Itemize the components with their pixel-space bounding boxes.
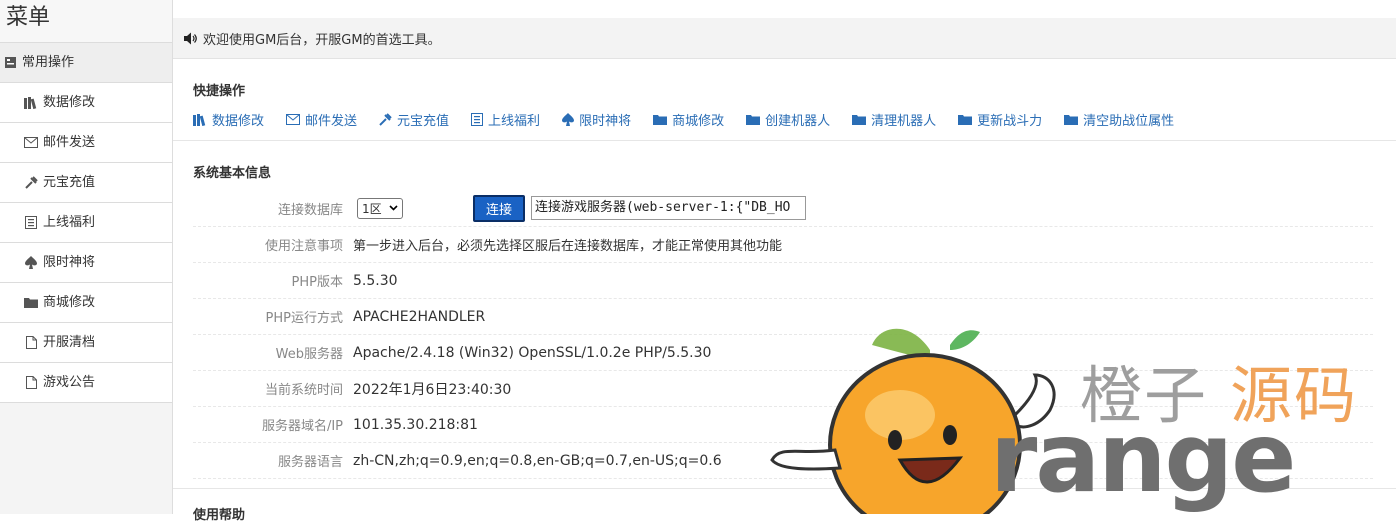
watermark-en: range	[990, 402, 1296, 514]
sidebar-item-limited-hero[interactable]: 限时神将	[0, 243, 172, 283]
quick-link-clear-assist[interactable]: 清空助战位属性	[1064, 110, 1174, 129]
spade-icon	[562, 113, 575, 126]
quick-actions: 数据修改 邮件发送 元宝充值 上线福利 限时神将 商城修改 创建机器人 清理机器…	[193, 110, 1196, 129]
envelope-icon	[24, 136, 38, 150]
folder-icon	[852, 115, 867, 125]
quick-link-update-power[interactable]: 更新战斗力	[958, 110, 1042, 129]
folder-icon	[746, 115, 761, 125]
quick-link-limited-hero[interactable]: 限时神将	[562, 110, 631, 129]
envelope-icon	[286, 114, 301, 125]
section-header-label: 常用操作	[22, 55, 75, 70]
quick-link-shop[interactable]: 商城修改	[653, 110, 724, 129]
list-icon	[471, 113, 484, 126]
divider	[173, 140, 1396, 141]
quick-link-recharge[interactable]: 元宝充值	[379, 110, 449, 129]
menu-title: 菜单	[0, 0, 172, 43]
info-row: 使用注意事项 第一步进入后台，必须先选择区服后在连接数据库，才能正常使用其他功能	[193, 227, 1373, 263]
chevron-down-icon	[389, 205, 398, 211]
folder-icon	[1064, 115, 1079, 125]
quick-link-data-edit[interactable]: 数据修改	[193, 110, 264, 129]
sysinfo-title: 系统基本信息	[193, 166, 272, 181]
sidebar-item-welfare[interactable]: 上线福利	[0, 203, 172, 243]
sidebar-item-label: 数据修改	[43, 95, 96, 110]
quick-link-mail[interactable]: 邮件发送	[286, 110, 357, 129]
connect-button[interactable]: 连接	[473, 194, 525, 222]
sidebar-item-mail[interactable]: 邮件发送	[0, 123, 172, 163]
notice-text: 欢迎使用GM后台，开服GM的首选工具。	[203, 32, 441, 48]
speaker-icon	[184, 32, 197, 44]
db-connect-row: 连接数据库 1区 连接 连接游戏服务器(web-server-1:{"DB_HO	[193, 190, 1373, 227]
db-label: 连接数据库	[277, 202, 343, 218]
notice-bar: 欢迎使用GM后台，开服GM的首选工具。	[173, 18, 1396, 59]
sidebar-item-label: 上线福利	[43, 215, 96, 230]
quick-link-clear-robot[interactable]: 清理机器人	[852, 110, 936, 129]
wrench-icon	[24, 176, 38, 190]
sidebar: 菜单 常用操作 数据修改 邮件发送 元宝充值 上线福利 限时神将 商城修改 开服…	[0, 0, 173, 514]
quick-link-create-robot[interactable]: 创建机器人	[746, 110, 830, 129]
quick-actions-title: 快捷操作	[193, 84, 246, 99]
grid-icon	[5, 57, 16, 68]
sidebar-item-recharge[interactable]: 元宝充值	[0, 163, 172, 203]
books-icon	[24, 96, 38, 110]
sidebar-item-label: 元宝充值	[43, 175, 96, 190]
folder-icon	[24, 296, 38, 310]
sidebar-item-label: 邮件发送	[43, 135, 96, 150]
sidebar-item-label: 游戏公告	[43, 375, 96, 390]
server-select[interactable]: 1区	[357, 197, 403, 219]
wrench-icon	[379, 113, 392, 126]
folder-icon	[958, 115, 973, 125]
section-header-common[interactable]: 常用操作	[0, 43, 172, 83]
spade-icon	[24, 256, 38, 270]
server-input[interactable]: 连接游戏服务器(web-server-1:{"DB_HO	[531, 196, 806, 220]
info-row: PHP版本 5.5.30	[193, 263, 1373, 299]
sidebar-item-label: 商城修改	[43, 295, 96, 310]
sidebar-item-reset[interactable]: 开服清档	[0, 323, 172, 363]
file-icon	[24, 376, 38, 390]
sidebar-item-announcement[interactable]: 游戏公告	[0, 363, 172, 403]
sidebar-item-label: 开服清档	[43, 335, 96, 350]
file-icon	[24, 336, 38, 350]
sidebar-item-shop[interactable]: 商城修改	[0, 283, 172, 323]
list-icon	[24, 216, 38, 230]
quick-link-welfare[interactable]: 上线福利	[471, 110, 540, 129]
folder-icon	[653, 115, 668, 125]
books-icon	[193, 113, 206, 126]
sidebar-item-data-edit[interactable]: 数据修改	[0, 83, 172, 123]
sidebar-item-label: 限时神将	[43, 255, 96, 270]
